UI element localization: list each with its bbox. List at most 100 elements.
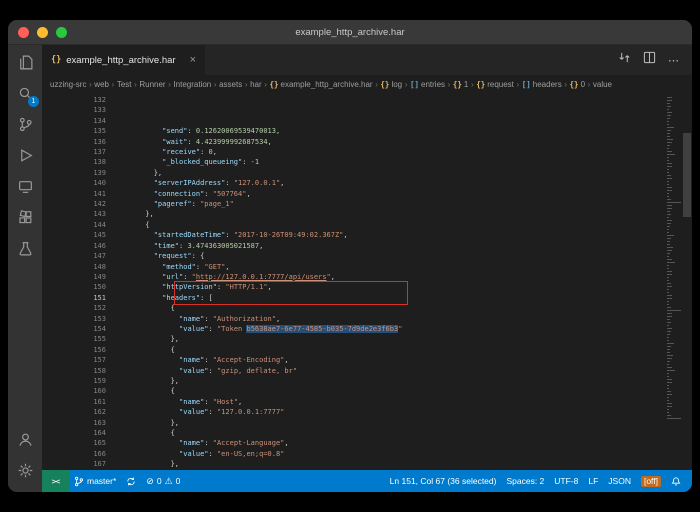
breadcrumb-item[interactable]: {}example_http_archive.har [269,80,372,89]
remote-indicator[interactable]: >< [42,470,69,492]
breadcrumb-item[interactable]: web [94,80,109,89]
code-line[interactable]: "time": 3.474363005021587, [120,241,666,251]
breadcrumb-item[interactable]: uzzing-src [50,80,86,89]
minimap-line [667,97,672,98]
search-icon[interactable]: 1 [8,78,42,109]
breadcrumb-label: har [250,80,262,89]
breadcrumb-item[interactable]: Runner [139,80,165,89]
code-line[interactable]: }, [120,334,666,344]
code-line[interactable]: }, [120,459,666,469]
minimap-line [667,100,672,101]
breadcrumb-item[interactable]: value [593,80,612,89]
run-debug-icon[interactable] [8,140,42,171]
minimap-line [667,304,669,305]
breadcrumb-label: request [487,80,514,89]
vertical-scrollbar[interactable] [682,95,692,470]
code-line[interactable]: "value": "en-US,en;q=0.8" [120,449,666,459]
zoom-window-button[interactable] [56,27,67,38]
minimap-line [667,181,669,182]
code-line[interactable]: "httpVersion": "HTTP/1.1", [120,282,666,292]
code-line[interactable]: { [120,386,666,396]
code-line[interactable]: { [120,345,666,355]
array-symbol-icon: [] [522,80,531,89]
code-line[interactable]: "connection": "507764", [120,189,666,199]
breadcrumb-item[interactable]: {}0 [570,80,585,89]
line-number: 161 [42,397,106,407]
title-bar[interactable]: example_http_archive.har [8,20,692,45]
breadcrumb-item[interactable]: []entries [410,80,445,89]
encoding-setting[interactable]: UTF-8 [549,476,583,486]
code-line[interactable]: { [120,220,666,230]
code-line[interactable]: "name": "Accept-Encoding", [120,355,666,365]
code-line[interactable]: }, [120,376,666,386]
open-changes-icon[interactable] [618,51,631,69]
code-line[interactable]: "request": { [120,251,666,261]
indentation-setting[interactable]: Spaces: 2 [501,476,549,486]
code-line[interactable]: "startedDateTime": "2017-10-26T09:49:02.… [120,230,666,240]
code-line[interactable]: }, [120,168,666,178]
code-line[interactable]: "receive": 0, [120,147,666,157]
minimap-line [667,298,672,299]
minimap-line [667,328,672,329]
code-line[interactable]: "send": 0.12620069539470013, [120,126,666,136]
minimap[interactable] [666,95,682,470]
source-control-icon[interactable] [8,109,42,140]
code-line[interactable]: }, [120,418,666,428]
code-line[interactable]: "value": "Token b5638ae7-6e77-4585-b035-… [120,324,666,334]
notifications-item[interactable] [666,476,686,487]
tab-example-http-archive[interactable]: {} example_http_archive.har × [42,45,205,75]
minimap-line [667,193,669,194]
code-line[interactable]: "headers": [ [120,293,666,303]
code-line[interactable]: "_blocked_queueing": -1 [120,157,666,167]
breadcrumb-item[interactable]: []headers [522,80,562,89]
tab-close-icon[interactable]: × [190,54,196,66]
code-line[interactable]: { [120,303,666,313]
breadcrumb-item[interactable]: Integration [173,80,211,89]
code-line[interactable]: "value": "127.0.0.1:7777" [120,407,666,417]
settings-gear-icon[interactable] [8,455,42,486]
sync-item[interactable] [121,476,141,487]
mode-toggle[interactable]: [off] [636,476,666,487]
extensions-icon[interactable] [8,202,42,233]
minimap-line [667,187,672,188]
breadcrumb-item[interactable]: assets [219,80,242,89]
minimap-line [667,103,670,104]
code-line[interactable]: "name": "Accept-Language", [120,438,666,448]
problems-item[interactable]: ⊘ 0 ⚠ 0 [141,476,185,487]
remote-explorer-icon[interactable] [8,171,42,202]
more-actions-icon[interactable]: ⋯ [668,54,680,67]
code-line[interactable]: "name": "Host", [120,397,666,407]
line-number: 158 [42,366,106,376]
minimap-line [667,118,670,119]
cursor-position[interactable]: Ln 151, Col 67 (36 selected) [385,476,502,486]
code-area[interactable]: "send": 0.12620069539470013, "wait": 4.4… [120,95,666,470]
minimap-line [667,253,670,254]
eol-setting[interactable]: LF [583,476,603,486]
code-line[interactable]: "wait": 4.423999992687534, [120,137,666,147]
code-line[interactable]: { [120,428,666,438]
code-line[interactable]: "serverIPAddress": "127.0.0.1", [120,178,666,188]
explorer-icon[interactable] [8,47,42,78]
scrollbar-thumb[interactable] [683,133,691,217]
breadcrumb-item[interactable]: {}log [380,80,402,89]
minimap-line [667,106,671,107]
code-line[interactable]: "url": "http://127.0.0.1:7777/api/users"… [120,272,666,282]
git-branch-item[interactable]: master* [69,476,121,487]
code-line[interactable]: "method": "GET", [120,262,666,272]
language-mode[interactable]: JSON [603,476,636,486]
code-line[interactable]: "value": "gzip, deflate, br" [120,366,666,376]
split-editor-icon[interactable] [643,51,656,69]
breadcrumb-item[interactable]: Test [117,80,132,89]
code-line[interactable]: "pageref": "page_1" [120,199,666,209]
breadcrumb-separator-icon: › [109,79,117,89]
breadcrumb-item[interactable]: {}1 [453,80,468,89]
code-line[interactable]: "name": "Authorization", [120,314,666,324]
account-icon[interactable] [8,424,42,455]
code-line[interactable]: }, [120,209,666,219]
minimize-window-button[interactable] [37,27,48,38]
breadcrumb-separator-icon: › [132,79,140,89]
close-window-button[interactable] [18,27,29,38]
testing-icon[interactable] [8,233,42,264]
breadcrumb-item[interactable]: {}request [476,80,514,89]
breadcrumb-item[interactable]: har [250,80,262,89]
